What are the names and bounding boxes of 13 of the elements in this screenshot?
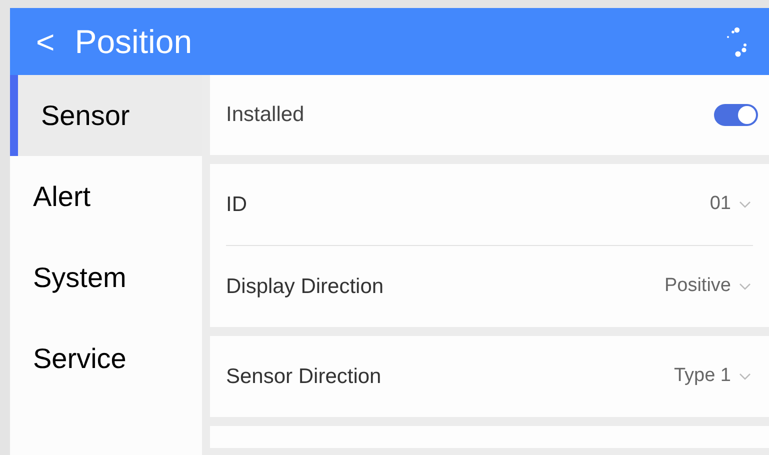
chevron-down-icon [739, 372, 751, 380]
sidebar-item[interactable]: Sensor [10, 75, 202, 156]
setting-label: Sensor Direction [226, 364, 382, 390]
setting-label: Installed [226, 102, 304, 128]
value-dropdown[interactable]: Positive [664, 272, 751, 301]
chevron-down-icon [739, 200, 751, 208]
value-dropdown[interactable]: 01 [710, 190, 751, 219]
toggle-switch[interactable] [714, 104, 758, 126]
chevron-down-icon [739, 282, 751, 290]
setting-label: ID [226, 192, 247, 218]
value-dropdown[interactable]: Type 1 [674, 362, 751, 391]
page-title: Position [74, 22, 192, 62]
setting-label: Display Direction [226, 274, 384, 300]
